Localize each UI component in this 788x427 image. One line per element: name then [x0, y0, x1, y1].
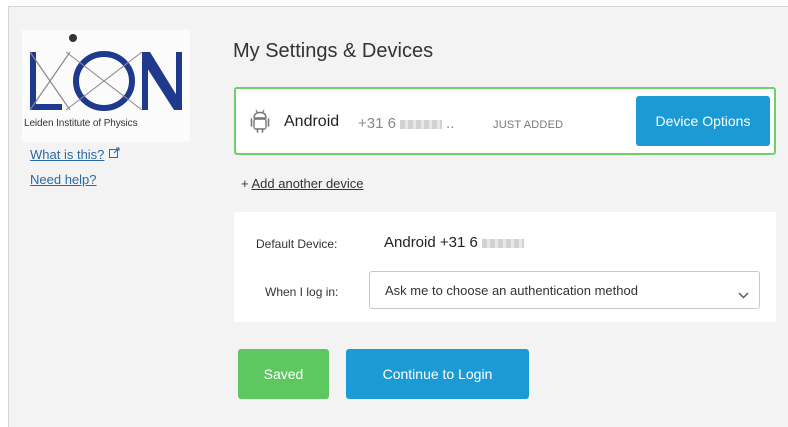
add-device-row: + Add another device	[241, 176, 364, 191]
redacted-digits	[399, 119, 442, 129]
add-another-device-link[interactable]: Add another device	[252, 176, 364, 191]
what-is-this-label: What is this?	[30, 147, 105, 162]
android-icon	[250, 109, 270, 138]
device-number: +31 6..	[358, 115, 454, 132]
institute-logo: Leiden Institute of Physics	[22, 30, 190, 142]
what-is-this-link[interactable]: What is this?	[30, 146, 120, 162]
redacted-digits	[481, 238, 524, 248]
lion-logo-graphic	[29, 34, 182, 111]
device-options-button[interactable]: Device Options	[636, 96, 770, 146]
device-status-badge: JUST ADDED	[493, 119, 564, 131]
add-device-plus: +	[241, 176, 249, 191]
device-settings-panel: Default Device: Android +31 6 When I log…	[234, 212, 776, 322]
default-device-value: Android +31 6	[384, 234, 528, 251]
login-method-value: Ask me to choose an authentication metho…	[385, 283, 638, 298]
when-login-label: When I log in:	[265, 285, 339, 299]
device-card: Android +31 6.. JUST ADDED Device Option…	[234, 87, 776, 155]
logo-caption: Leiden Institute of Physics	[24, 118, 138, 129]
page-title: My Settings & Devices	[233, 40, 434, 62]
continue-to-login-button[interactable]: Continue to Login	[346, 349, 529, 399]
need-help-link[interactable]: Need help?	[30, 172, 97, 187]
device-name: Android	[284, 113, 340, 130]
device-number-ellipsis: ..	[445, 115, 455, 132]
chevron-down-icon	[738, 286, 749, 304]
default-device-label: Default Device:	[256, 237, 338, 251]
device-number-prefix: +31 6	[358, 115, 396, 132]
external-link-icon	[109, 146, 120, 161]
login-method-select[interactable]: Ask me to choose an authentication metho…	[369, 271, 760, 309]
default-device-text: Android +31 6	[384, 234, 478, 251]
saved-button[interactable]: Saved	[238, 349, 329, 399]
